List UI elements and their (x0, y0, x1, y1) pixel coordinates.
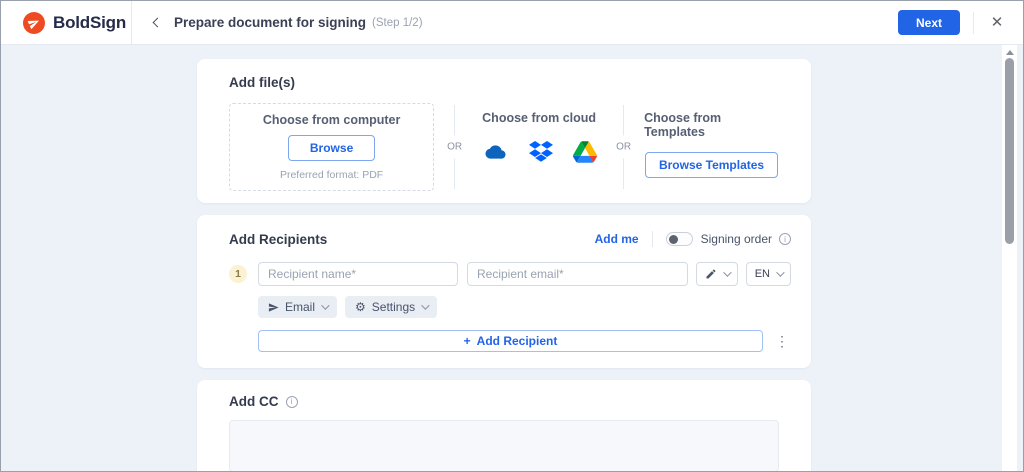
next-button[interactable]: Next (898, 10, 960, 35)
browse-templates-button[interactable]: Browse Templates (645, 152, 778, 178)
or-divider: OR (454, 105, 455, 189)
close-icon[interactable]: ✕ (987, 13, 1007, 33)
add-recipients-card: Add Recipients Add me Signing order i 1 (197, 215, 811, 368)
toggle-knob (669, 235, 678, 244)
signing-order-info-icon[interactable]: i (779, 233, 791, 245)
language-dropdown[interactable]: EN (746, 262, 791, 286)
brand: BoldSign (1, 1, 132, 44)
step-indicator: (Step 1/2) (372, 17, 423, 29)
recipient-settings-label: Settings (372, 300, 415, 314)
signature-pen-icon (705, 268, 717, 280)
boldsign-logo-icon (23, 12, 45, 34)
cloud-heading: Choose from cloud (482, 111, 596, 125)
recipient-settings-dropdown[interactable]: ⚙ Settings (345, 296, 437, 318)
scrollbar-track[interactable] (1002, 45, 1017, 472)
scrollbar-up-arrow[interactable] (1006, 50, 1014, 55)
google-drive-icon[interactable] (573, 141, 597, 163)
page-body: Add file(s) Choose from computer Browse … (1, 45, 1023, 472)
gear-icon: ⚙ (355, 301, 366, 313)
chevron-left-icon (152, 18, 162, 28)
add-recipient-label: Add Recipient (477, 334, 558, 348)
or-label-2: OR (614, 136, 633, 159)
computer-heading: Choose from computer (263, 113, 401, 127)
plus-icon: + (464, 334, 471, 348)
recipient-name-input[interactable] (258, 262, 458, 286)
dropbox-icon[interactable] (529, 141, 553, 163)
upload-dropzone[interactable]: Choose from computer Browse Preferred fo… (229, 103, 434, 191)
add-me-link[interactable]: Add me (595, 232, 639, 246)
back-button[interactable] (146, 12, 168, 34)
signer-type-dropdown[interactable] (696, 262, 738, 286)
recipient-more-menu-icon[interactable]: ⋮ (773, 334, 791, 348)
add-recipient-button[interactable]: + Add Recipient (258, 330, 763, 352)
brand-name: BoldSign (53, 13, 126, 33)
chevron-down-icon (421, 301, 429, 309)
add-recipients-title: Add Recipients (229, 232, 595, 247)
scrollbar-thumb[interactable] (1005, 58, 1014, 244)
onedrive-icon[interactable] (482, 142, 509, 162)
recipients-header-divider (652, 231, 653, 247)
templates-heading: Choose from Templates (644, 111, 779, 139)
signing-order-toggle[interactable] (666, 232, 693, 246)
delivery-mode-label: Email (285, 300, 315, 314)
or-label: OR (445, 136, 464, 159)
add-cc-card: Add CC i (197, 380, 811, 472)
recipient-email-input[interactable] (467, 262, 688, 286)
signing-order-label: Signing order (701, 232, 772, 246)
header-main: Prepare document for signing (Step 1/2) … (132, 10, 1023, 35)
app-window: BoldSign Prepare document for signing (S… (0, 0, 1024, 472)
top-bar: BoldSign Prepare document for signing (S… (1, 1, 1023, 45)
templates-section: Choose from Templates Browse Templates (644, 111, 779, 178)
format-hint: Preferred format: PDF (280, 169, 383, 181)
chevron-down-icon (321, 301, 329, 309)
add-files-card: Add file(s) Choose from computer Browse … (197, 59, 811, 203)
cc-info-icon[interactable]: i (286, 396, 298, 408)
add-files-title: Add file(s) (229, 75, 779, 90)
or-divider-2: OR (623, 105, 624, 189)
cc-input-area[interactable] (229, 420, 779, 472)
send-icon (268, 302, 279, 313)
page-title: Prepare document for signing (174, 15, 366, 30)
browse-button[interactable]: Browse (288, 135, 375, 161)
chevron-down-icon (723, 268, 731, 276)
delivery-mode-dropdown[interactable]: Email (258, 296, 337, 318)
content-column: Add file(s) Choose from computer Browse … (197, 59, 811, 472)
header-divider (973, 12, 974, 34)
language-value: EN (755, 268, 770, 280)
recipient-index-badge: 1 (229, 265, 247, 283)
add-cc-title: Add CC (229, 394, 279, 409)
cloud-section: Choose from cloud (475, 111, 603, 163)
chevron-down-icon (776, 268, 784, 276)
